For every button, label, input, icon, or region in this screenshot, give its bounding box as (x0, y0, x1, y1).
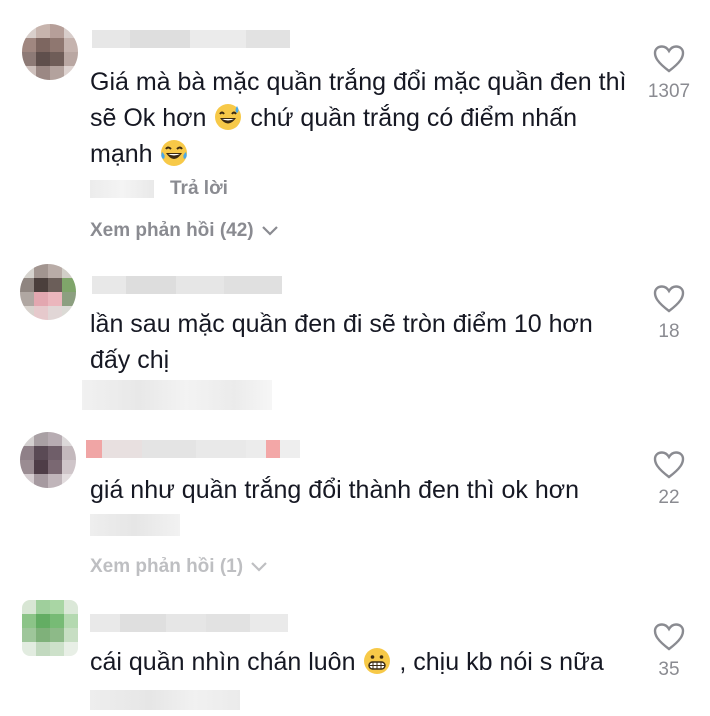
heart-outline-icon (653, 623, 685, 651)
heart-outline-icon (653, 451, 685, 479)
grinning-sweat-emoji (215, 104, 242, 130)
heart-outline-icon (653, 45, 685, 73)
view-replies-button[interactable]: Xem phản hồi (1) (90, 556, 269, 578)
username[interactable] (90, 614, 288, 632)
avatar[interactable] (22, 600, 78, 656)
view-replies-label: Xem phản hồi (1) (90, 556, 244, 577)
chevron-down-icon (261, 226, 278, 236)
like-count: 22 (658, 487, 680, 508)
view-replies-button[interactable]: Xem phản hồi (42) (90, 220, 280, 242)
comment-meta (82, 380, 272, 410)
comment-meta (90, 514, 180, 536)
tears-of-joy-emoji (161, 140, 188, 166)
comment-text: cái quần nhìn chán luôn , chịu kb nói s … (90, 648, 604, 676)
timestamp (90, 180, 154, 198)
comment-text: lần sau mặc quần đen đi sẽ tròn điểm 10 … (90, 310, 593, 374)
username[interactable] (86, 440, 300, 458)
avatar[interactable] (22, 24, 78, 80)
like-button[interactable]: 1307 (640, 44, 698, 103)
like-count: 18 (658, 321, 680, 342)
username[interactable] (92, 276, 282, 294)
comment-text: giá như quần trắng đổi thành đen thì ok … (90, 476, 580, 504)
like-button[interactable]: 18 (640, 284, 698, 343)
avatar[interactable] (20, 432, 76, 488)
like-count: 1307 (647, 81, 691, 102)
chevron-down-icon (251, 562, 267, 572)
avatar[interactable] (20, 264, 76, 320)
comment-meta: Trả lời (90, 176, 228, 202)
grimacing-emoji (364, 648, 391, 674)
comment-meta (90, 690, 240, 710)
like-button[interactable]: 35 (640, 622, 698, 681)
view-replies-label: Xem phản hồi (42) (90, 220, 254, 241)
like-count: 35 (658, 659, 680, 680)
like-button[interactable]: 22 (640, 450, 698, 509)
username[interactable] (92, 30, 290, 48)
reply-button[interactable]: Trả lời (170, 178, 228, 200)
comment-text: Giá mà bà mặc quần trắng đổi mặc quần đe… (90, 68, 627, 168)
heart-outline-icon (653, 285, 685, 313)
